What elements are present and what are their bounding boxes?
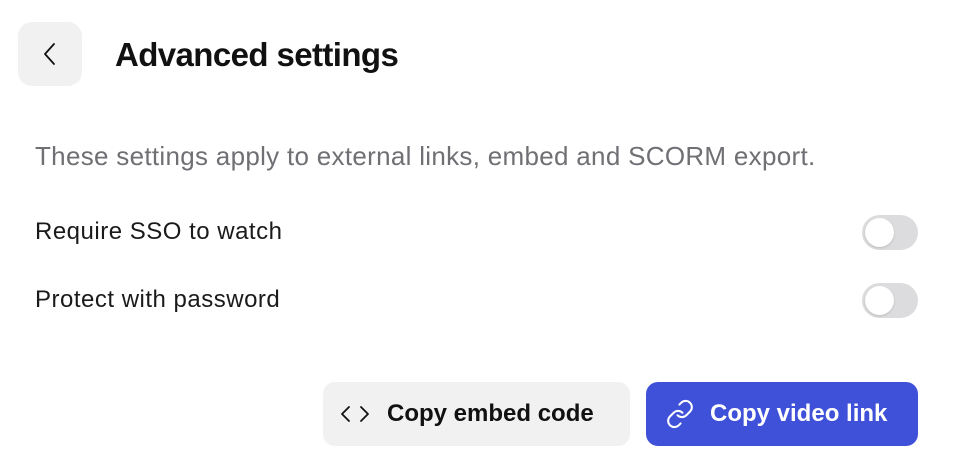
copy-video-link-button[interactable]: Copy video link: [646, 382, 918, 446]
password-toggle[interactable]: [862, 282, 918, 318]
require-sso-toggle[interactable]: [862, 214, 918, 250]
code-icon: [339, 398, 371, 430]
setting-row-password: Protect with password: [35, 280, 919, 320]
copy-video-link-label: Copy video link: [710, 400, 888, 427]
header: Advanced settings: [18, 22, 399, 86]
copy-embed-code-label: Copy embed code: [387, 400, 594, 427]
page-title: Advanced settings: [115, 35, 399, 73]
back-button[interactable]: [18, 22, 82, 86]
copy-embed-code-button[interactable]: Copy embed code: [323, 382, 630, 446]
setting-label-password: Protect with password: [35, 286, 281, 313]
advanced-settings-panel: Advanced settings These settings apply t…: [0, 0, 954, 464]
action-buttons: Copy embed code Copy video link: [323, 382, 918, 446]
toggle-knob: [865, 217, 894, 247]
setting-label-require-sso: Require SSO to watch: [35, 218, 283, 245]
settings-description: These settings apply to external links, …: [35, 141, 816, 171]
setting-row-require-sso: Require SSO to watch: [35, 212, 919, 252]
link-icon: [664, 398, 696, 430]
chevron-left-icon: [42, 41, 58, 67]
toggle-knob: [865, 285, 894, 315]
